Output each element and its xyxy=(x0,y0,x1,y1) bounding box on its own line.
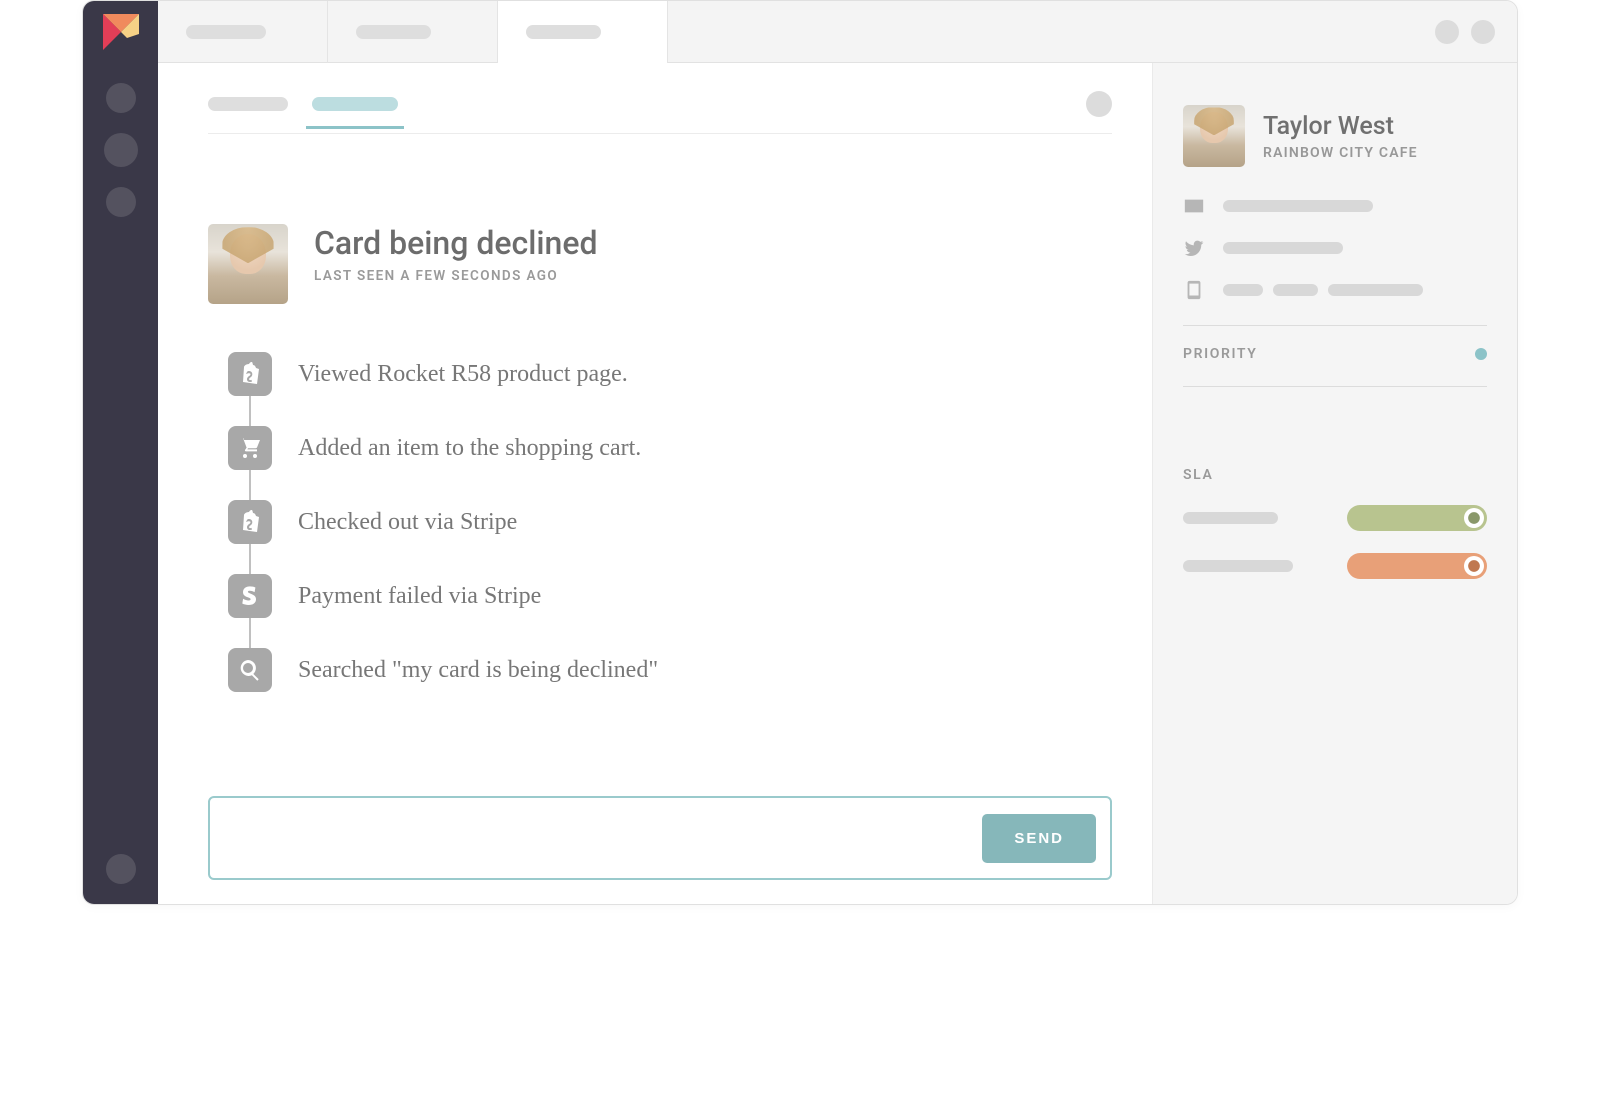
nav-sidebar xyxy=(83,1,158,904)
timeline-text: Payment failed via Stripe xyxy=(298,583,541,610)
sla-row xyxy=(1183,553,1487,579)
sla-indicator-ok[interactable] xyxy=(1347,505,1487,531)
subtab-1[interactable] xyxy=(208,97,288,111)
info-phone-seg xyxy=(1223,284,1263,296)
timeline-item: Checked out via Stripe xyxy=(228,500,1112,574)
ticket-title: Card being declined xyxy=(314,224,598,262)
sla-label: SLA xyxy=(1183,467,1487,483)
cart-icon xyxy=(228,426,272,470)
timeline-item: Searched "my card is being declined" xyxy=(228,648,1112,722)
info-twitter xyxy=(1183,237,1487,259)
subtab-action[interactable] xyxy=(1086,91,1112,117)
info-phone-seg xyxy=(1328,284,1423,296)
reply-composer[interactable]: SEND xyxy=(208,796,1112,880)
timeline-text: Searched "my card is being declined" xyxy=(298,657,658,684)
top-tab-2[interactable] xyxy=(328,1,498,63)
clock-icon xyxy=(1467,559,1481,573)
timeline-item: Added an item to the shopping cart. xyxy=(228,426,1112,500)
search-icon xyxy=(228,648,272,692)
shopify-icon xyxy=(228,500,272,544)
timeline-item: Viewed Rocket R58 product page. xyxy=(228,352,1112,426)
info-phone xyxy=(1183,279,1487,301)
conversation-pane: Card being declined LAST SEEN A FEW SECO… xyxy=(158,63,1152,904)
top-tab-1[interactable] xyxy=(158,1,328,63)
email-icon xyxy=(1183,195,1205,217)
twitter-icon xyxy=(1183,237,1205,259)
customer-name: Taylor West xyxy=(1263,112,1418,141)
app-window: Card being declined LAST SEEN A FEW SECO… xyxy=(82,0,1518,905)
top-tab-3-active[interactable] xyxy=(498,1,668,63)
customer-header: Taylor West RAINBOW CITY CAFE xyxy=(1183,105,1487,167)
sidebar-nav-3[interactable] xyxy=(106,187,136,217)
clock-icon xyxy=(1467,511,1481,525)
customer-details-panel: Taylor West RAINBOW CITY CAFE xyxy=(1152,63,1517,904)
customer-org: RAINBOW CITY CAFE xyxy=(1263,145,1418,161)
customer-avatar xyxy=(1183,105,1245,167)
phone-icon xyxy=(1183,279,1205,301)
priority-section[interactable]: PRIORITY xyxy=(1183,346,1487,362)
customer-info-list xyxy=(1183,195,1487,301)
kayako-logo-icon xyxy=(101,12,141,52)
shopify-icon xyxy=(228,352,272,396)
activity-timeline: Viewed Rocket R58 product page. Added an… xyxy=(228,352,1112,722)
window-control-2[interactable] xyxy=(1471,20,1495,44)
subtab-2-active[interactable] xyxy=(312,97,398,111)
send-button[interactable]: SEND xyxy=(982,814,1096,863)
info-email-value xyxy=(1223,200,1373,212)
priority-indicator xyxy=(1475,348,1487,360)
info-twitter-value xyxy=(1223,242,1343,254)
timeline-text: Added an item to the shopping cart. xyxy=(298,435,641,462)
sla-name xyxy=(1183,560,1293,572)
requester-avatar xyxy=(208,224,288,304)
app-logo[interactable] xyxy=(83,1,158,63)
conversation-subtabs xyxy=(208,91,1112,134)
info-email xyxy=(1183,195,1487,217)
sla-indicator-warn[interactable] xyxy=(1347,553,1487,579)
stripe-icon xyxy=(228,574,272,618)
sidebar-nav-bottom[interactable] xyxy=(106,854,136,884)
priority-label: PRIORITY xyxy=(1183,346,1257,362)
ticket-header: Card being declined LAST SEEN A FEW SECO… xyxy=(208,224,1112,304)
info-phone-seg xyxy=(1273,284,1318,296)
timeline-text: Viewed Rocket R58 product page. xyxy=(298,361,628,388)
sidebar-nav-1[interactable] xyxy=(106,83,136,113)
top-bar xyxy=(158,1,1517,63)
sla-row xyxy=(1183,505,1487,531)
sla-name xyxy=(1183,512,1278,524)
sla-section: SLA xyxy=(1183,467,1487,579)
content-area: Card being declined LAST SEEN A FEW SECO… xyxy=(158,63,1517,904)
sidebar-nav-2[interactable] xyxy=(104,133,138,167)
window-control-1[interactable] xyxy=(1435,20,1459,44)
timeline-text: Checked out via Stripe xyxy=(298,509,517,536)
timeline-item: Payment failed via Stripe xyxy=(228,574,1112,648)
window-controls xyxy=(1435,20,1495,44)
ticket-last-seen: LAST SEEN A FEW SECONDS AGO xyxy=(314,268,598,284)
